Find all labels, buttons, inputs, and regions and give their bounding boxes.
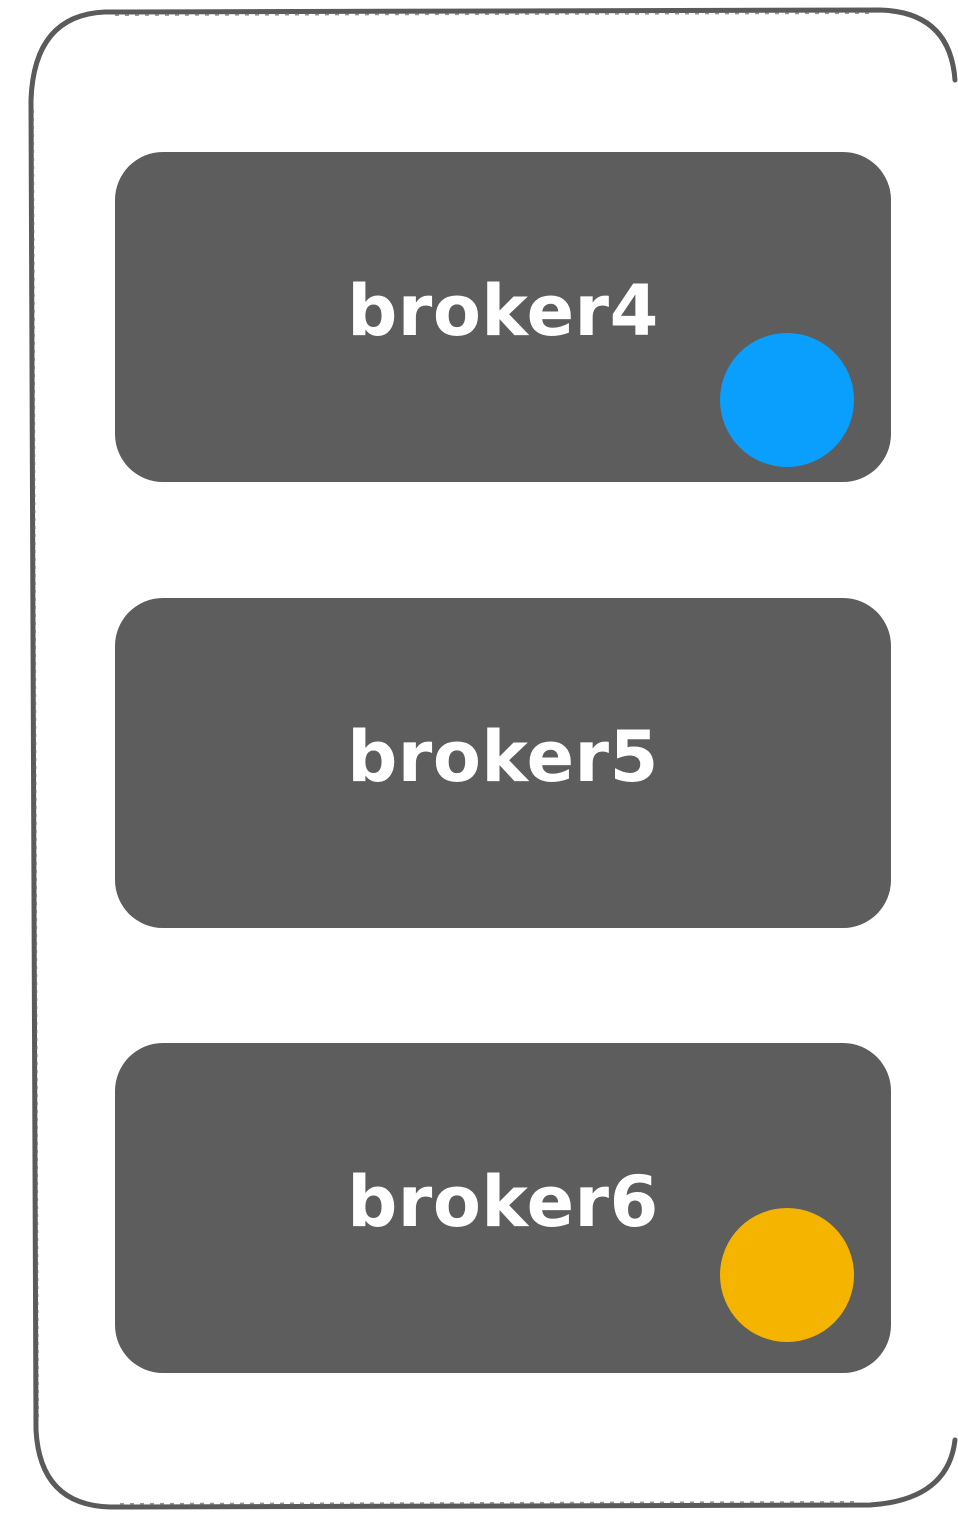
diagram-canvas: broker4 broker5 broker6 — [0, 0, 958, 1517]
broker-node-broker6: broker6 — [115, 1043, 891, 1373]
yellow-marker-dot — [720, 1208, 854, 1342]
broker-label: broker5 — [347, 716, 659, 798]
broker-node-broker4: broker4 — [115, 152, 891, 482]
broker-node-broker5: broker5 — [115, 598, 891, 928]
blue-marker-dot — [720, 333, 854, 467]
